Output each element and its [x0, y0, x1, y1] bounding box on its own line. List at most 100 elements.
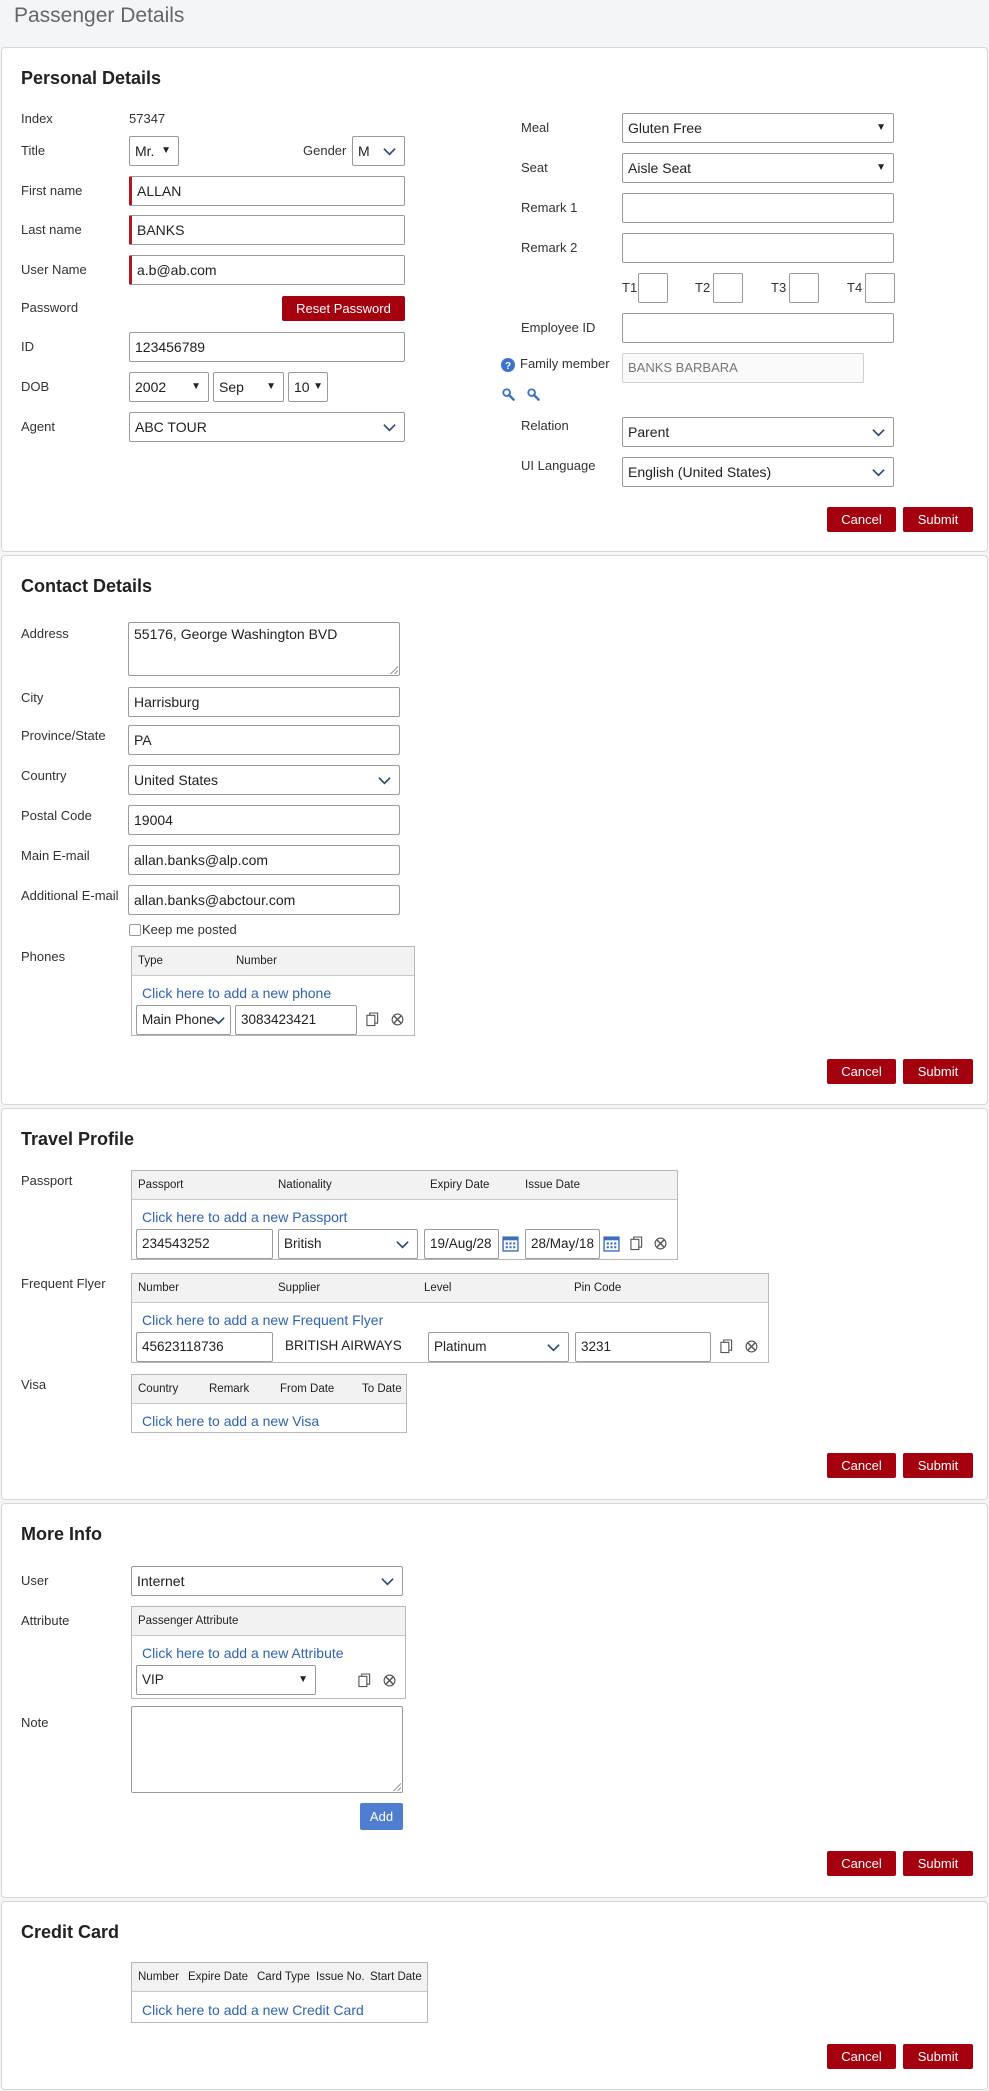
- calendar-icon[interactable]: [502, 1235, 519, 1252]
- employee-id-input[interactable]: [622, 313, 894, 343]
- additional-email-input[interactable]: allan.banks@abctour.com: [128, 885, 400, 915]
- chevron-down-icon: [872, 469, 885, 477]
- ff-col-number: Number: [138, 1282, 179, 1294]
- phones-label: Phones: [21, 949, 66, 964]
- add-phone-link[interactable]: Click here to add a new phone: [142, 985, 331, 1001]
- visa-col-from: From Date: [280, 1383, 335, 1395]
- add-frequent-flyer-link[interactable]: Click here to add a new Frequent Flyer: [142, 1312, 383, 1328]
- ui-language-select[interactable]: English (United States): [622, 457, 894, 487]
- meal-select[interactable]: Gluten Free ▼: [622, 113, 894, 143]
- caret-down-icon: ▼: [191, 381, 201, 392]
- passport-nationality-select[interactable]: British: [278, 1229, 418, 1259]
- personal-details-heading: Personal Details: [21, 68, 162, 88]
- postal-code-label: Postal Code: [21, 808, 92, 823]
- calendar-icon[interactable]: [603, 1235, 620, 1252]
- cancel-button[interactable]: Cancel: [827, 1453, 896, 1478]
- cancel-button[interactable]: Cancel: [827, 2044, 896, 2069]
- title-select[interactable]: Mr. ▼: [129, 136, 179, 166]
- keep-posted-checkbox[interactable]: [129, 924, 141, 936]
- seat-select[interactable]: Aisle Seat ▼: [622, 153, 894, 183]
- agent-select[interactable]: ABC TOUR: [129, 412, 405, 442]
- relation-label: Relation: [521, 418, 569, 433]
- city-input[interactable]: Harrisburg: [128, 687, 400, 717]
- passport-grid: Passport Nationality Expiry Date Issue D…: [131, 1170, 678, 1260]
- ff-supplier-input[interactable]: BRITISH AIRWAYS: [278, 1332, 421, 1362]
- credit-card-grid-header: Number Expire Date Card Type Issue No. S…: [132, 1963, 427, 1992]
- copy-icon[interactable]: [720, 1339, 733, 1354]
- relation-select[interactable]: Parent: [622, 417, 894, 447]
- user-select[interactable]: Internet: [131, 1566, 403, 1596]
- note-textarea[interactable]: [131, 1706, 403, 1793]
- cancel-button[interactable]: Cancel: [827, 1851, 896, 1876]
- remark1-label: Remark 1: [521, 200, 578, 215]
- dob-month-select[interactable]: Sep ▼: [213, 372, 284, 402]
- remark1-input[interactable]: [622, 193, 894, 223]
- dob-day-select[interactable]: 10 ▼: [288, 372, 328, 402]
- remark2-input[interactable]: [622, 233, 894, 263]
- phone-type-select[interactable]: Main Phone: [136, 1005, 231, 1035]
- main-email-input[interactable]: allan.banks@alp.com: [128, 845, 400, 875]
- ff-col-level: Level: [424, 1282, 452, 1294]
- username-input[interactable]: a.b@ab.com: [129, 255, 405, 285]
- t3-input[interactable]: [789, 273, 819, 303]
- submit-button[interactable]: Submit: [903, 1851, 973, 1876]
- attribute-select[interactable]: VIP ▼: [136, 1665, 316, 1695]
- passport-expiry-input[interactable]: 19/Aug/28: [424, 1229, 499, 1259]
- search-icon[interactable]: [502, 388, 515, 401]
- province-input[interactable]: PA: [128, 725, 400, 755]
- delete-icon[interactable]: [745, 1340, 758, 1353]
- id-input[interactable]: 123456789: [129, 332, 405, 362]
- reset-password-button[interactable]: Reset Password: [282, 296, 405, 321]
- submit-button[interactable]: Submit: [903, 2044, 973, 2069]
- chevron-down-icon: [383, 148, 396, 156]
- credit-card-heading: Credit Card: [21, 1922, 120, 1942]
- ff-level-select[interactable]: Platinum: [428, 1332, 569, 1362]
- add-note-button[interactable]: Add: [360, 1803, 403, 1830]
- passport-col-passport: Passport: [138, 1179, 184, 1191]
- copy-icon[interactable]: [358, 1673, 371, 1688]
- add-passport-link[interactable]: Click here to add a new Passport: [142, 1209, 347, 1225]
- dob-day-value: 10: [294, 379, 310, 395]
- t4-input[interactable]: [865, 273, 895, 303]
- ff-pin-input[interactable]: 3231: [575, 1332, 711, 1362]
- resize-grip[interactable]: [393, 1783, 401, 1791]
- delete-icon[interactable]: [383, 1674, 396, 1687]
- add-visa-link[interactable]: Click here to add a new Visa: [142, 1413, 319, 1429]
- address-input[interactable]: 55176, George Washington BVD: [128, 622, 400, 676]
- resize-grip[interactable]: [390, 666, 398, 674]
- phone-number-input[interactable]: 3083423421: [235, 1005, 357, 1035]
- last-name-input[interactable]: BANKS: [129, 215, 405, 245]
- gender-select[interactable]: M: [352, 136, 405, 166]
- passport-issue-input[interactable]: 28/May/18: [525, 1229, 600, 1259]
- phones-grid-header: Type Number: [132, 947, 414, 976]
- help-icon[interactable]: ?: [501, 358, 515, 372]
- add-credit-card-link[interactable]: Click here to add a new Credit Card: [142, 2002, 364, 2018]
- submit-button[interactable]: Submit: [903, 1059, 973, 1084]
- seat-value: Aisle Seat: [628, 160, 692, 176]
- page-title: Passenger Details: [14, 4, 185, 27]
- attribute-col-passenger: Passenger Attribute: [138, 1615, 239, 1627]
- copy-icon[interactable]: [366, 1012, 379, 1027]
- passport-number-input[interactable]: 234543252: [136, 1229, 273, 1259]
- t2-input[interactable]: [713, 273, 743, 303]
- ff-number-input[interactable]: 45623118736: [136, 1332, 273, 1362]
- dob-year-select[interactable]: 2002 ▼: [129, 372, 209, 402]
- search-icon[interactable]: [527, 388, 540, 401]
- visa-grid-header: Country Remark From Date To Date: [132, 1375, 406, 1404]
- first-name-input[interactable]: ALLAN: [129, 176, 405, 206]
- cancel-button[interactable]: Cancel: [827, 1059, 896, 1084]
- submit-button[interactable]: Submit: [903, 1453, 973, 1478]
- country-label: Country: [21, 768, 67, 783]
- copy-icon[interactable]: [630, 1236, 643, 1251]
- cancel-button[interactable]: Cancel: [827, 507, 896, 532]
- country-select[interactable]: United States: [128, 765, 400, 795]
- passport-label: Passport: [21, 1173, 73, 1188]
- delete-icon[interactable]: [391, 1013, 404, 1026]
- submit-button[interactable]: Submit: [903, 507, 973, 532]
- postal-code-input[interactable]: 19004: [128, 805, 400, 835]
- keep-posted-label: Keep me posted: [142, 922, 237, 937]
- delete-icon[interactable]: [654, 1237, 667, 1250]
- cc-col-start: Start Date: [370, 1971, 422, 1983]
- t1-input[interactable]: [638, 273, 668, 303]
- add-attribute-link[interactable]: Click here to add a new Attribute: [142, 1645, 344, 1661]
